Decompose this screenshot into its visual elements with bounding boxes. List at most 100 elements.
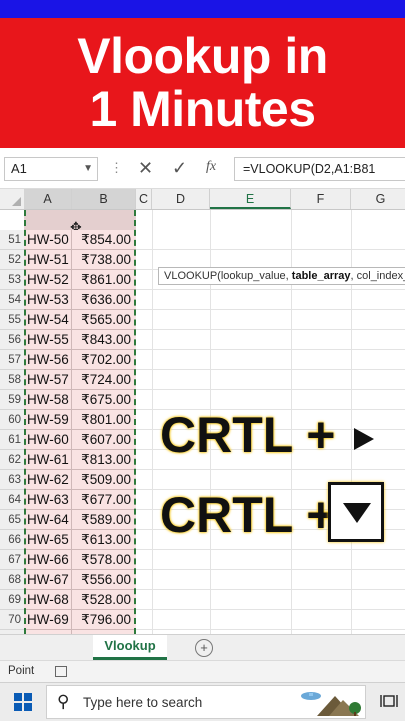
spreadsheet-grid[interactable]: ✥ 51 HW-50 ₹854.00 52 HW-51 ₹738.00 53 HW-52 ₹86… <box>0 210 405 634</box>
row-number[interactable]: 65 <box>0 510 24 530</box>
cell-a[interactable]: HW-58 <box>24 390 72 410</box>
row-number[interactable]: 55 <box>0 310 24 330</box>
row-number[interactable]: 51 <box>0 230 24 250</box>
row-number[interactable]: 57 <box>0 350 24 370</box>
column-header-a[interactable]: A <box>24 189 72 209</box>
cell-a[interactable]: HW-54 <box>24 310 72 330</box>
row-number[interactable]: 70 <box>0 610 24 630</box>
cell-a[interactable]: HW-67 <box>24 570 72 590</box>
cell-a[interactable]: HW-64 <box>24 510 72 530</box>
add-sheet-icon[interactable]: + <box>195 639 213 657</box>
search-highlight-art-icon <box>301 692 361 716</box>
empty-cells-row[interactable] <box>136 550 405 570</box>
row-number[interactable]: 67 <box>0 550 24 570</box>
cell-b[interactable]: ₹607.00 <box>72 430 136 450</box>
cell-a[interactable]: HW-51 <box>24 250 72 270</box>
cell-b[interactable]: ₹565.00 <box>72 310 136 330</box>
row-number[interactable]: 66 <box>0 530 24 550</box>
task-view-icon[interactable] <box>380 693 398 709</box>
row-number[interactable]: 58 <box>0 370 24 390</box>
cell-b[interactable]: ₹813.00 <box>72 450 136 470</box>
empty-cells-row[interactable] <box>136 350 405 370</box>
cell-b[interactable]: ₹578.00 <box>72 550 136 570</box>
cell-b[interactable]: ₹636.00 <box>72 290 136 310</box>
cell-b[interactable]: ₹702.00 <box>72 350 136 370</box>
row-number[interactable]: 62 <box>0 450 24 470</box>
cell-b[interactable]: ₹738.00 <box>72 250 136 270</box>
cell-b[interactable]: ₹801.00 <box>72 410 136 430</box>
column-header-b[interactable]: B <box>72 189 136 209</box>
cell-a[interactable]: HW-63 <box>24 490 72 510</box>
cancel-icon[interactable]: ✕ <box>138 158 153 179</box>
taskbar-search-box[interactable]: ⚲ Type here to search <box>46 685 366 719</box>
cell-b[interactable]: ₹843.00 <box>72 330 136 350</box>
sheet-tab-bar: Vlookup + <box>0 634 405 661</box>
more-icon[interactable]: ⋮ <box>110 160 123 176</box>
tooltip-current-arg: table_array <box>291 270 351 282</box>
cell-a[interactable]: HW-57 <box>24 370 72 390</box>
cell-b[interactable]: ₹677.00 <box>72 490 136 510</box>
cell-b[interactable]: ₹528.00 <box>72 590 136 610</box>
empty-cells-row[interactable] <box>136 370 405 390</box>
empty-cells-row[interactable] <box>136 590 405 610</box>
row-number[interactable]: 60 <box>0 410 24 430</box>
shortcut-right-text: CRTL + <box>160 406 374 464</box>
cell-a[interactable]: HW-61 <box>24 450 72 470</box>
empty-cells-row[interactable] <box>136 570 405 590</box>
column-header-g[interactable]: G <box>351 189 405 209</box>
search-icon: ⚲ <box>57 692 70 711</box>
empty-cells-row[interactable] <box>136 610 405 630</box>
row-number[interactable]: 54 <box>0 290 24 310</box>
cell-a[interactable]: HW-62 <box>24 470 72 490</box>
name-box[interactable]: A1 ▼ <box>4 157 98 181</box>
row-number[interactable]: 61 <box>0 430 24 450</box>
empty-cells-row[interactable] <box>136 230 405 250</box>
cell-a[interactable]: HW-55 <box>24 330 72 350</box>
column-header-e[interactable]: E <box>210 189 291 209</box>
cell-a[interactable]: HW-69 <box>24 610 72 630</box>
windows-start-icon[interactable] <box>14 693 32 711</box>
cell-a[interactable]: HW-53 <box>24 290 72 310</box>
cell-a[interactable]: HW-60 <box>24 430 72 450</box>
formula-input[interactable]: =VLOOKUP(D2,A1:B81 <box>234 157 405 181</box>
cell-b[interactable]: ₹509.00 <box>72 470 136 490</box>
empty-cells-row[interactable] <box>136 310 405 330</box>
cell-a[interactable]: HW-56 <box>24 350 72 370</box>
cell-b[interactable]: ₹556.00 <box>72 570 136 590</box>
chevron-down-icon[interactable]: ▼ <box>83 158 93 180</box>
cell-b[interactable]: ₹675.00 <box>72 390 136 410</box>
sheet-view-icon[interactable] <box>55 666 67 677</box>
row-number[interactable]: 56 <box>0 330 24 350</box>
empty-cells-row[interactable] <box>136 290 405 310</box>
column-header-c[interactable]: C <box>136 189 152 209</box>
row-number[interactable]: 68 <box>0 570 24 590</box>
enter-check-icon[interactable]: ✓ <box>172 158 187 179</box>
shortcut-down-text: CRTL + <box>160 486 336 544</box>
cell-b[interactable]: ₹796.00 <box>72 610 136 630</box>
row-number[interactable]: 53 <box>0 270 24 290</box>
cell-a[interactable]: HW-65 <box>24 530 72 550</box>
row-number[interactable]: 69 <box>0 590 24 610</box>
row-number[interactable]: 59 <box>0 390 24 410</box>
cell-b[interactable]: ₹724.00 <box>72 370 136 390</box>
empty-cells-row[interactable] <box>136 330 405 350</box>
select-all-corner[interactable] <box>0 189 24 209</box>
windows-taskbar: ⚲ Type here to search <box>0 682 405 721</box>
insert-function-icon[interactable]: fx <box>206 159 216 175</box>
cell-a[interactable]: HW-52 <box>24 270 72 290</box>
column-header-f[interactable]: F <box>291 189 351 209</box>
shortcut-down-label: CRTL + <box>160 487 336 543</box>
row-number[interactable]: 63 <box>0 470 24 490</box>
cell-b[interactable]: ₹861.00 <box>72 270 136 290</box>
cell-b[interactable]: ₹613.00 <box>72 530 136 550</box>
row-number[interactable]: 52 <box>0 250 24 270</box>
row-number[interactable]: 64 <box>0 490 24 510</box>
cell-b[interactable]: ₹589.00 <box>72 510 136 530</box>
cell-a[interactable]: HW-50 <box>24 230 72 250</box>
cell-a[interactable]: HW-59 <box>24 410 72 430</box>
cell-a[interactable]: HW-68 <box>24 590 72 610</box>
tab-vlookup[interactable]: Vlookup <box>93 635 167 660</box>
cell-b[interactable]: ₹854.00 <box>72 230 136 250</box>
cell-a[interactable]: HW-66 <box>24 550 72 570</box>
column-header-d[interactable]: D <box>152 189 210 209</box>
